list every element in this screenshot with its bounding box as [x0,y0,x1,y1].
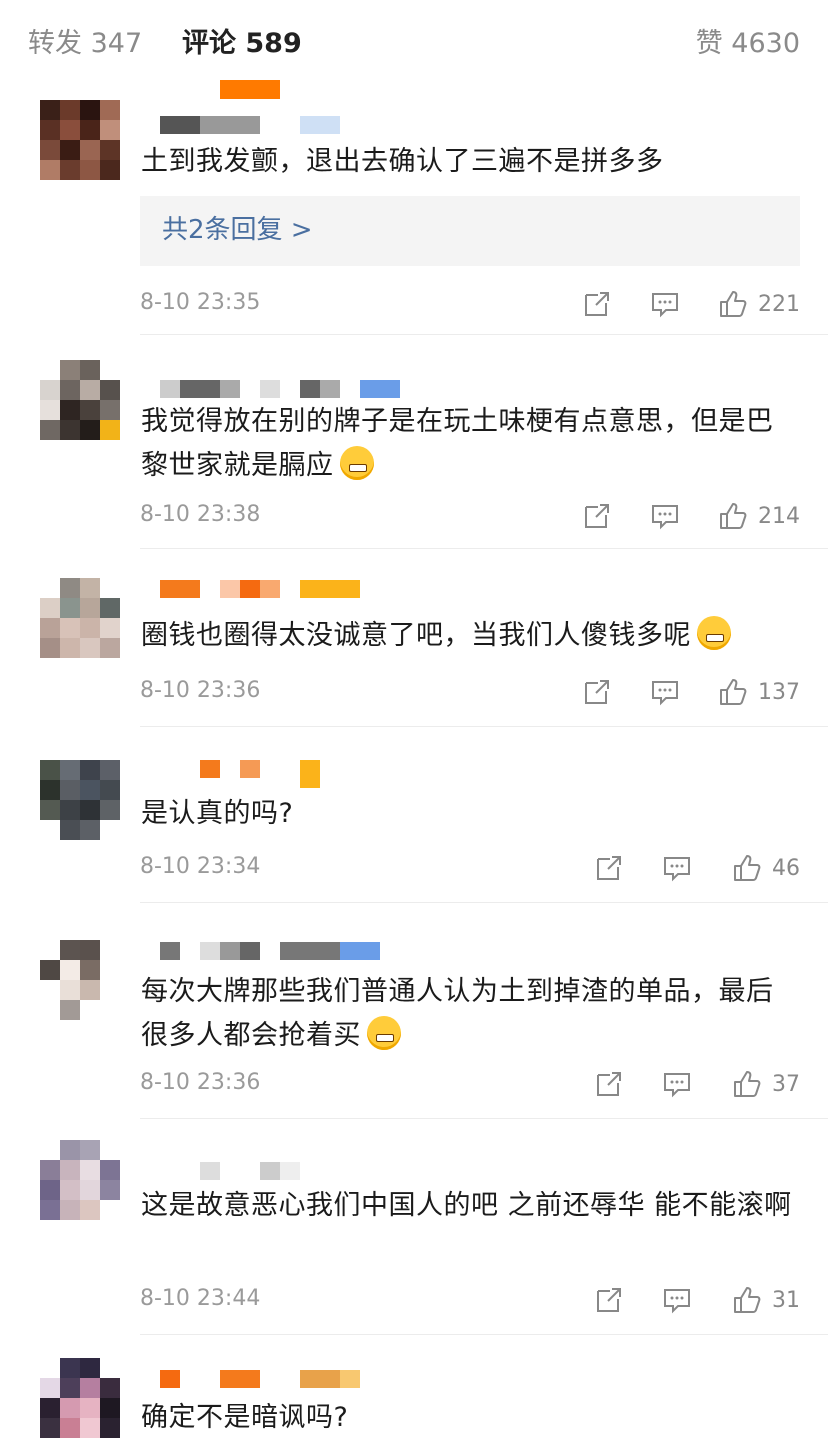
comment-text-content: 我觉得放在别的牌子是在玩土味梗有点意思，但是巴黎世家就是膈应 [141,406,774,481]
divider [140,334,828,335]
comment-item: 确定不是暗讽吗? [0,1352,828,1450]
like-button[interactable]: 221 [718,284,800,324]
thumbs-up-icon [720,503,747,529]
comment-button[interactable] [650,284,680,324]
grinning-emoji-icon [339,446,374,480]
comment-text: 每次大牌那些我们普通人认为土到掉渣的单品，最后很多人都会抢着买 [141,970,800,1058]
share-icon [597,856,621,880]
comment-button[interactable] [662,848,692,888]
comment-time: 8-10 23:34 [140,854,261,879]
comment-time: 8-10 23:36 [140,1070,261,1095]
comment-text: 是认真的吗? [141,798,294,829]
comment-text: 这是故意恶心我们中国人的吧 之前还辱华 能不能滚啊 [141,1190,792,1221]
comment-time: 8-10 23:44 [140,1286,261,1311]
tab-likes[interactable]: 赞 4630 [696,26,800,62]
comment-meta: 8-10 23:34 46 [140,848,800,888]
comment-time: 8-10 23:36 [140,678,261,703]
tab-repost[interactable]: 转发 347 [28,26,142,62]
comment-icon [664,857,690,882]
comment-item: 土到我发颤，退出去确认了三遍不是拼多多 共2条回复 > 8-10 23:35 2… [0,96,828,334]
comment-text: 圈钱也圈得太没诚意了吧，当我们人傻钱多呢 [141,614,800,658]
comment-meta: 8-10 23:38 214 [140,496,800,536]
comment-button[interactable] [662,1280,692,1320]
share-button[interactable] [582,284,612,324]
avatar[interactable] [40,100,120,180]
thumbs-up-icon [734,855,761,881]
like-count: 37 [772,1071,800,1097]
like-count: 137 [758,679,800,705]
comment-meta: 8-10 23:36 137 [140,672,800,712]
share-icon [585,504,609,528]
tab-comments[interactable]: 评论 589 [182,26,302,62]
thumbs-up-icon [720,291,747,317]
share-icon [585,292,609,316]
comment-item: 每次大牌那些我们普通人认为土到掉渣的单品，最后很多人都会抢着买 8-10 23:… [0,922,828,1118]
share-icon [585,680,609,704]
comment-time: 8-10 23:38 [140,502,261,527]
avatar[interactable] [40,760,120,840]
comment-text-content: 圈钱也圈得太没诚意了吧，当我们人傻钱多呢 [141,620,691,651]
like-count: 214 [758,503,800,529]
share-button[interactable] [594,1280,624,1320]
view-replies-link[interactable]: 共2条回复 > [162,212,313,248]
comment-text: 土到我发颤，退出去确认了三遍不是拼多多 [141,146,664,177]
like-button[interactable]: 31 [732,1280,800,1320]
comment-icon [664,1289,690,1314]
comment-button[interactable] [662,1064,692,1104]
share-icon [597,1072,621,1096]
avatar[interactable] [40,940,120,1020]
avatar[interactable] [40,1358,120,1438]
divider [140,726,828,727]
share-button[interactable] [582,496,612,536]
like-button[interactable]: 214 [718,496,800,536]
like-count: 46 [772,855,800,881]
thumbs-up-icon [734,1071,761,1097]
comment-tabs: 转发 347 评论 589 赞 4630 [0,0,828,88]
like-button[interactable]: 137 [718,672,800,712]
comment-text: 我觉得放在别的牌子是在玩土味梗有点意思，但是巴黎世家就是膈应 [141,400,800,488]
like-button[interactable]: 46 [732,848,800,888]
reply-box[interactable]: 共2条回复 > [140,196,800,266]
like-count: 31 [772,1287,800,1313]
comment-item: 我觉得放在别的牌子是在玩土味梗有点意思，但是巴黎世家就是膈应 8-10 23:3… [0,352,828,548]
comment-button[interactable] [650,672,680,712]
comment-icon [664,1073,690,1098]
comment-icon [652,505,678,530]
divider [140,1118,828,1119]
comment-icon [652,293,678,318]
avatar[interactable] [40,1140,120,1220]
like-count: 221 [758,291,800,317]
comment-meta: 8-10 23:44 31 [140,1280,800,1320]
avatar[interactable] [40,360,120,440]
comment-item: 这是故意恶心我们中国人的吧 之前还辱华 能不能滚啊 8-10 23:44 31 [0,1138,828,1334]
avatar[interactable] [40,578,120,658]
share-icon [597,1288,621,1312]
comment-item: 是认真的吗? 8-10 23:34 46 [0,748,828,902]
divider [140,1334,828,1335]
comment-icon [652,681,678,706]
comment-item: 圈钱也圈得太没诚意了吧，当我们人傻钱多呢 8-10 23:36 137 [0,570,828,724]
comment-button[interactable] [650,496,680,536]
divider [140,548,828,549]
comment-text-content: 每次大牌那些我们普通人认为土到掉渣的单品，最后很多人都会抢着买 [141,976,774,1051]
comment-meta: 8-10 23:36 37 [140,1064,800,1104]
smirk-emoji-icon [697,616,731,650]
thumbs-up-icon [720,679,747,705]
divider [140,902,828,903]
share-button[interactable] [594,848,624,888]
share-button[interactable] [594,1064,624,1104]
comment-time: 8-10 23:35 [140,290,261,315]
comment-meta: 8-10 23:35 221 [140,284,800,324]
shush-emoji-icon [367,1016,401,1050]
like-button[interactable]: 37 [732,1064,800,1104]
thumbs-up-icon [734,1287,761,1313]
share-button[interactable] [582,672,612,712]
comment-text: 确定不是暗讽吗? [141,1402,349,1433]
